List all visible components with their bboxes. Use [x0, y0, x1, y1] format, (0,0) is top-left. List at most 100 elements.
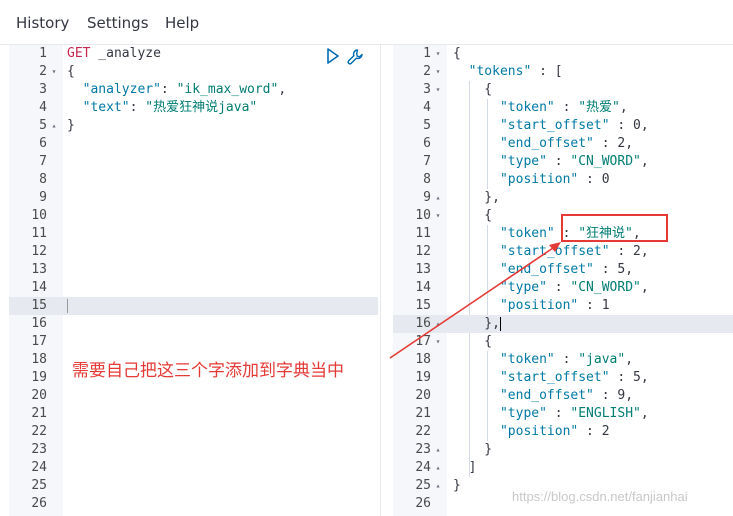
code-line[interactable]: 13: [9, 261, 378, 279]
code-token: "CN_WORD": [570, 280, 641, 295]
code-token: "end_offset": [453, 262, 594, 277]
code-line[interactable]: 13 "end_offset" : 5,: [393, 261, 733, 279]
fold-toggle-icon[interactable]: ▴: [49, 117, 59, 135]
code-line[interactable]: 16 ▴ },: [393, 315, 733, 333]
code-token: ,: [625, 262, 634, 277]
code-line[interactable]: 20 "end_offset" : 9,: [393, 387, 733, 405]
code-line[interactable]: 17: [9, 333, 378, 351]
code-token: ,: [640, 118, 649, 133]
code-line[interactable]: 8 "position" : 0: [393, 171, 733, 189]
code-line[interactable]: 7: [9, 153, 378, 171]
code-line[interactable]: 2 ▾ {: [9, 63, 378, 81]
code-line[interactable]: 23 ▴ }: [393, 441, 733, 459]
code-line[interactable]: 9 ▴ },: [393, 189, 733, 207]
fold-toggle-icon[interactable]: ▴: [433, 477, 443, 495]
line-number: 14: [31, 280, 47, 295]
code-line[interactable]: 19 "start_offset" : 5,: [393, 369, 733, 387]
line-number: 17: [415, 334, 431, 349]
code-line[interactable]: 12: [9, 243, 378, 261]
code-line[interactable]: 22: [9, 423, 378, 441]
menu-help[interactable]: Help: [165, 14, 199, 32]
code-token: 2: [633, 244, 641, 259]
line-number: 1: [423, 46, 431, 61]
code-line[interactable]: 18 "token" : "java",: [393, 351, 733, 369]
fold-toggle-icon[interactable]: ▾: [433, 333, 443, 351]
code-line[interactable]: 1 ▾ {: [393, 45, 733, 63]
code-line[interactable]: 21 "type" : "ENGLISH",: [393, 405, 733, 423]
code-line[interactable]: 6: [9, 135, 378, 153]
code-line[interactable]: 12 "start_offset" : 2,: [393, 243, 733, 261]
code-line[interactable]: 5 "start_offset" : 0,: [393, 117, 733, 135]
code-line[interactable]: 14 "type" : "CN_WORD",: [393, 279, 733, 297]
request-editor[interactable]: 1 GET _analyze 2 ▾ {3 "analyzer": "ik_max_wo…: [9, 45, 378, 516]
code-line[interactable]: 1 GET _analyze: [9, 45, 378, 63]
line-number: 22: [415, 424, 431, 439]
fold-toggle-icon[interactable]: ▴: [433, 459, 443, 477]
code-token: 1: [601, 298, 610, 313]
code-token: }: [453, 442, 493, 457]
code-line[interactable]: 17 ▾ {: [393, 333, 733, 351]
code-line[interactable]: 23: [9, 441, 378, 459]
code-line[interactable]: 26: [9, 495, 378, 513]
fold-toggle-icon[interactable]: ▴: [433, 441, 443, 459]
fold-toggle-icon[interactable]: ▾: [49, 63, 59, 81]
fold-toggle-icon[interactable]: ▾: [433, 81, 443, 99]
code-line[interactable]: 4 "token" : "热爱",: [393, 99, 733, 117]
code-line[interactable]: 8: [9, 171, 378, 189]
line-number: 9: [39, 190, 47, 205]
code-text: "text": "热爱狂神说java": [67, 99, 258, 117]
menu-history[interactable]: History: [16, 14, 69, 32]
code-line[interactable]: 7 "type" : "CN_WORD",: [393, 153, 733, 171]
code-line[interactable]: 6 "end_offset" : 2,: [393, 135, 733, 153]
code-line[interactable]: 10: [9, 207, 378, 225]
menu-settings[interactable]: Settings: [87, 14, 149, 32]
fold-toggle-icon[interactable]: ▾: [433, 45, 443, 63]
code-line[interactable]: 9: [9, 189, 378, 207]
code-token: "token": [453, 100, 555, 115]
code-token: : [: [531, 64, 563, 79]
code-text: }: [453, 441, 492, 459]
code-line[interactable]: 2 ▾ "tokens" : [: [393, 63, 733, 81]
line-number: 8: [423, 172, 431, 187]
code-token: :: [593, 388, 618, 403]
code-text: "type" : "CN_WORD",: [453, 153, 649, 171]
code-token: "start_offset": [453, 244, 610, 259]
fold-toggle-icon[interactable]: ▾: [433, 63, 443, 81]
fold-toggle-icon[interactable]: ▴: [433, 315, 443, 333]
code-text: {: [67, 63, 75, 81]
line-number: 20: [415, 388, 431, 403]
code-token: :: [554, 100, 579, 115]
code-line[interactable]: 16: [9, 315, 378, 333]
code-token: "text": [67, 100, 130, 115]
code-line[interactable]: 4 "text": "热爱狂神说java": [9, 99, 378, 117]
code-line[interactable]: 21: [9, 405, 378, 423]
code-line[interactable]: 24: [9, 459, 378, 477]
code-line[interactable]: 15 "position" : 1: [393, 297, 733, 315]
code-token: :: [609, 370, 634, 385]
code-line[interactable]: 11: [9, 225, 378, 243]
code-line[interactable]: 20: [9, 387, 378, 405]
code-line[interactable]: 3 "analyzer": "ik_max_word",: [9, 81, 378, 99]
fold-toggle-icon[interactable]: ▴: [433, 189, 443, 207]
code-line[interactable]: 14: [9, 279, 378, 297]
fold-toggle-icon[interactable]: ▾: [433, 207, 443, 225]
line-number: 4: [423, 100, 431, 115]
code-text: "type" : "CN_WORD",: [453, 279, 649, 297]
code-token: ,: [640, 154, 649, 169]
response-viewer[interactable]: 1 ▾{2 ▾ "tokens" : [3 ▾ {4 "token" : "热爱", 5…: [393, 45, 733, 516]
line-number: 18: [415, 352, 431, 367]
code-token: 2: [601, 424, 610, 439]
code-line[interactable]: 25: [9, 477, 378, 495]
code-text: {: [453, 81, 492, 99]
code-token: ,: [625, 352, 634, 367]
code-token: :: [578, 298, 602, 313]
line-number: 26: [31, 496, 47, 511]
code-line[interactable]: 22 "position" : 2: [393, 423, 733, 441]
code-line[interactable]: 15: [9, 297, 378, 315]
code-line[interactable]: 24 ▴ ]: [393, 459, 733, 477]
code-token: "ENGLISH": [570, 406, 641, 421]
code-token: {: [453, 208, 493, 223]
code-line[interactable]: 3 ▾ {: [393, 81, 733, 99]
code-line[interactable]: 5 ▴}: [9, 117, 378, 135]
pane-resizer[interactable]: [380, 45, 394, 516]
